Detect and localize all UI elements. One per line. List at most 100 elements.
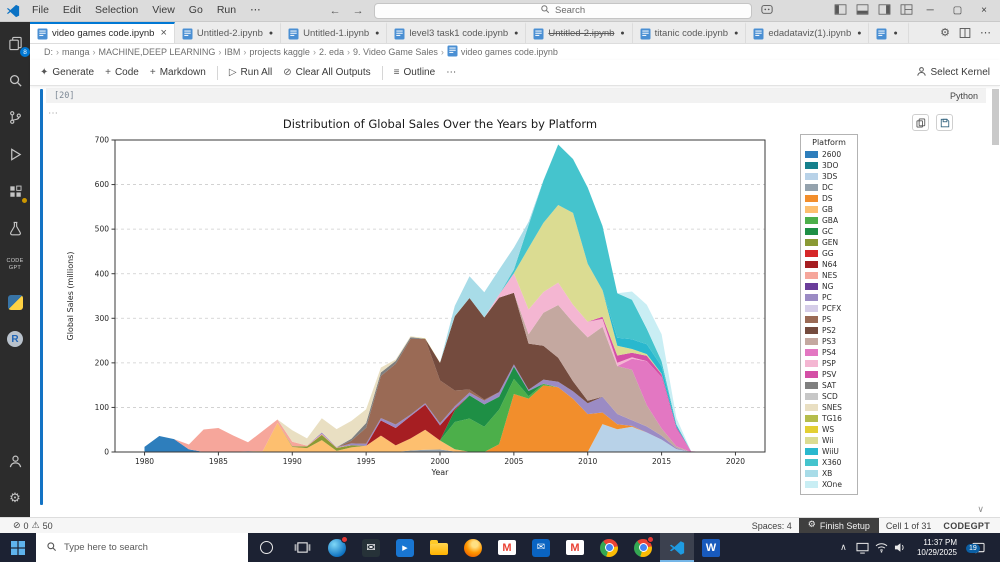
breadcrumb-item[interactable]: IBM — [224, 47, 240, 57]
toggle-secondary-sidebar-icon[interactable] — [878, 3, 891, 18]
cortana-button[interactable] — [248, 533, 284, 562]
movies-tv-taskbar-icon[interactable]: ▶ — [388, 533, 422, 562]
search-sidebar-icon[interactable] — [4, 69, 26, 91]
codegpt-icon[interactable]: CODE GPT — [4, 254, 26, 276]
outline-button[interactable]: ≡ Outline — [394, 67, 436, 78]
python-icon[interactable] — [4, 291, 26, 313]
breadcrumb-item[interactable]: D: — [44, 47, 53, 57]
split-editor-icon[interactable] — [959, 27, 971, 39]
menu-more-icon[interactable]: ⋯ — [243, 0, 268, 21]
menu-view[interactable]: View — [145, 0, 182, 21]
testing-flask-icon[interactable] — [4, 217, 26, 239]
extensions-icon[interactable] — [4, 180, 28, 204]
gmail-taskbar-icon[interactable]: M — [490, 533, 524, 562]
unsaved-dot-icon[interactable]: ● — [857, 30, 861, 37]
editor-tab[interactable]: video games code.ipynb × — [30, 22, 175, 43]
start-button[interactable] — [0, 533, 36, 562]
file-explorer-taskbar-icon[interactable] — [422, 533, 456, 562]
add-markdown-button[interactable]: + Markdown — [150, 67, 206, 78]
menu-file[interactable]: File — [25, 0, 56, 21]
chrome-2-taskbar-icon[interactable] — [626, 533, 660, 562]
legend-item: SNES — [805, 402, 853, 413]
close-icon[interactable]: × — [160, 28, 166, 39]
forward-arrow-icon[interactable]: → — [351, 5, 366, 17]
breadcrumb-item[interactable]: 2. eda — [319, 47, 344, 57]
editor-tab[interactable]: Untitled-2.ipynb ● — [174, 22, 282, 43]
breadcrumb-item[interactable]: projects kaggle — [249, 47, 310, 57]
editor-tab[interactable]: Untitled-2.ipynb ● — [526, 22, 633, 43]
gmail-2-taskbar-icon[interactable]: M — [558, 533, 592, 562]
editor-tab[interactable]: Untitled-1.ipynb ● — [281, 22, 388, 43]
add-code-button[interactable]: + Code — [105, 67, 139, 78]
breadcrumb-item[interactable]: manga — [62, 47, 90, 57]
customize-layout-icon[interactable] — [900, 3, 913, 18]
breadcrumb-item[interactable]: 9. Video Game Sales — [353, 47, 438, 57]
editor-tab-stub[interactable]: ● — [869, 22, 909, 43]
menu-selection[interactable]: Selection — [88, 0, 145, 21]
problems-indicator[interactable]: ⊘ 0 ⚠ 50 — [8, 521, 58, 531]
unsaved-dot-icon[interactable]: ● — [269, 30, 273, 37]
notification-center-button[interactable]: 19 — [965, 542, 991, 554]
run-debug-icon[interactable] — [4, 143, 26, 165]
breadcrumb-item[interactable]: MACHINE,DEEP LEARNING — [99, 47, 216, 57]
generate-button[interactable]: ✦ Generate — [40, 67, 94, 78]
command-search-box[interactable]: Search — [373, 2, 752, 19]
cell-position-indicator[interactable]: Cell 1 of 31 — [881, 521, 937, 531]
taskbar-clock[interactable]: 11:37 PM 10/29/2025 — [911, 538, 963, 558]
tray-monitor-icon[interactable] — [854, 542, 871, 554]
unsaved-dot-icon[interactable]: ● — [375, 30, 379, 37]
close-window-button[interactable]: × — [976, 5, 992, 16]
spaces-indicator[interactable]: Spaces: 4 — [747, 521, 797, 531]
editor-tab[interactable]: level3 task1 code.ipynb ● — [387, 22, 527, 43]
editor-tab[interactable]: titanic code.ipynb ● — [632, 22, 747, 43]
r-icon[interactable]: R — [4, 328, 26, 350]
select-kernel-button[interactable]: Select Kernel — [916, 66, 990, 80]
copy-output-button[interactable] — [912, 114, 929, 131]
menu-edit[interactable]: Edit — [56, 0, 88, 21]
tray-chevron-up-icon[interactable]: ∧ — [835, 542, 852, 553]
finish-setup-button[interactable]: ⚙ Finish Setup — [798, 518, 879, 533]
edge-taskbar-icon[interactable] — [320, 533, 354, 562]
chevron-down-icon[interactable]: ∨ — [977, 504, 984, 515]
settings-gear-icon[interactable]: ⚙ — [4, 487, 26, 509]
source-control-icon[interactable] — [4, 106, 26, 128]
word-taskbar-icon[interactable]: W — [694, 533, 728, 562]
copilot-icon[interactable] — [760, 3, 774, 18]
menu-go[interactable]: Go — [182, 0, 210, 21]
chrome-taskbar-icon[interactable] — [592, 533, 626, 562]
task-view-button[interactable] — [284, 533, 320, 562]
cell-more-icon[interactable]: ⋯ — [48, 108, 58, 119]
breadcrumb-item[interactable]: video games code.ipynb — [447, 45, 558, 59]
svg-text:1980: 1980 — [135, 457, 154, 466]
toggle-panel-icon[interactable] — [856, 3, 869, 18]
explorer-icon[interactable]: 8 — [4, 32, 30, 57]
unsaved-dot-icon[interactable]: ● — [514, 30, 518, 37]
unsaved-dot-icon[interactable]: ● — [734, 30, 738, 37]
cell-language-picker[interactable]: Python — [950, 91, 978, 101]
minimize-button[interactable]: ─ — [922, 5, 939, 16]
taskbar-search[interactable]: Type here to search — [36, 533, 248, 562]
tray-volume-icon[interactable] — [892, 542, 909, 553]
more-actions-icon[interactable]: ⋯ — [980, 26, 991, 39]
clear-all-outputs-button[interactable]: ⊘ Clear All Outputs — [283, 67, 370, 78]
vscode-taskbar-icon[interactable] — [660, 533, 694, 562]
outlook-taskbar-icon[interactable]: ✉ — [524, 533, 558, 562]
legend-item: N64 — [805, 259, 853, 270]
maximize-button[interactable]: ▢ — [948, 5, 967, 16]
editor-scrollbar[interactable] — [992, 89, 999, 145]
mail-taskbar-icon[interactable]: ✉ — [354, 533, 388, 562]
save-output-button[interactable] — [936, 114, 953, 131]
tray-wifi-icon[interactable] — [873, 542, 890, 553]
back-arrow-icon[interactable]: ← — [328, 5, 343, 17]
toolbar-more-icon[interactable]: ⋯ — [446, 67, 456, 78]
codegpt-status[interactable]: CODEGPT — [938, 521, 1000, 531]
toggle-sidebar-icon[interactable] — [834, 3, 847, 18]
run-all-button[interactable]: ▷ Run All — [229, 67, 272, 78]
editor-tab[interactable]: edadataviz(1).ipynb ● — [746, 22, 870, 43]
tab-actions: ⚙ ⋯ — [931, 22, 1000, 43]
menu-run[interactable]: Run — [210, 0, 243, 21]
firefox-taskbar-icon[interactable] — [456, 533, 490, 562]
gear-icon[interactable]: ⚙ — [940, 27, 950, 38]
account-icon[interactable] — [4, 450, 26, 472]
unsaved-dot-icon[interactable]: ● — [620, 30, 624, 37]
